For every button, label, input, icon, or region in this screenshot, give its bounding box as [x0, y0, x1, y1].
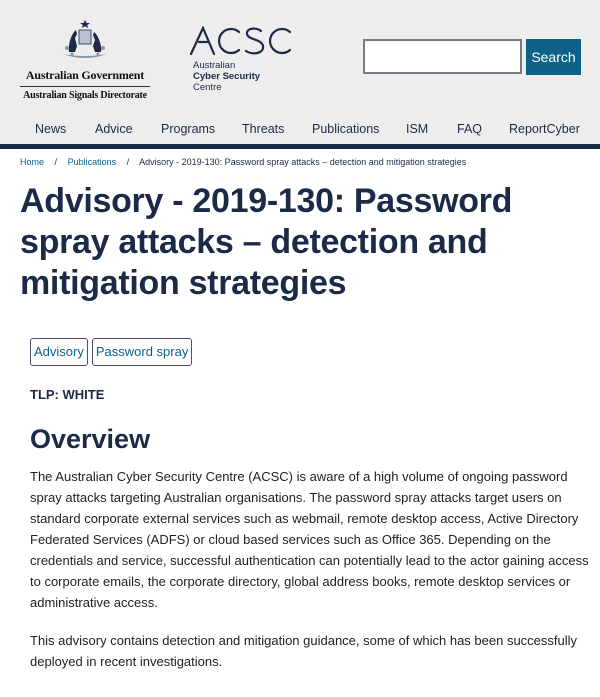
guidance-paragraph: This advisory contains detection and mit…: [30, 633, 578, 669]
page-title: Advisory - 2019-130: Password spray atta…: [20, 182, 513, 302]
breadcrumb-publications[interactable]: Publications: [68, 157, 117, 167]
breadcrumb-separator: /: [126, 157, 130, 167]
breadcrumb-separator: /: [54, 157, 58, 167]
coat-of-arms-icon: [63, 20, 107, 58]
acsc-wordmark-icon: [190, 26, 292, 56]
tag-password-spray[interactable]: Password spray: [91, 338, 193, 366]
acsc-subtitle: Australian Cyber Security Centre: [193, 60, 292, 93]
nav-item-advice[interactable]: Advice: [95, 122, 133, 136]
gov-name: Australian Government: [25, 68, 145, 82]
overview-paragraph: The Australian Cyber Security Centre (AC…: [30, 469, 589, 610]
acsc-sub-line3: Centre: [193, 82, 222, 93]
nav-item-news[interactable]: News: [35, 122, 66, 136]
search-form: Search: [363, 39, 581, 75]
breadcrumb: Home / Publications / Advisory - 2019-13…: [20, 157, 466, 167]
asd-name: Australian Signals Directorate: [23, 90, 147, 101]
breadcrumb-home[interactable]: Home: [20, 157, 44, 167]
breadcrumb-current: Advisory - 2019-130: Password spray atta…: [139, 157, 467, 167]
search-button[interactable]: Search: [526, 39, 581, 75]
nav-item-threats[interactable]: Threats: [242, 122, 284, 136]
site-header: Australian Government Australian Signals…: [0, 0, 600, 144]
nav-item-ism[interactable]: ISM: [406, 122, 428, 136]
nav-underline-bar: [0, 144, 600, 149]
tlp-label: TLP: WHITE: [30, 387, 105, 402]
tag-advisory[interactable]: Advisory: [30, 338, 88, 366]
acsc-sub-line1: Australian: [193, 60, 236, 71]
acsc-sub-line2: Cyber Security: [193, 71, 261, 82]
australian-government-logo[interactable]: Australian Government Australian Signals…: [20, 18, 150, 101]
acsc-logo[interactable]: Australian Cyber Security Centre: [190, 26, 292, 93]
tag-list: Advisory Password spray: [30, 338, 193, 366]
overview-heading: Overview: [30, 424, 151, 454]
nav-item-programs[interactable]: Programs: [161, 122, 215, 136]
nav-item-faq[interactable]: FAQ: [457, 122, 482, 136]
gov-divider: [20, 86, 150, 87]
search-input[interactable]: [363, 39, 522, 74]
nav-item-reportcyber[interactable]: ReportCyber: [509, 122, 580, 136]
nav-item-publications[interactable]: Publications: [312, 122, 379, 136]
